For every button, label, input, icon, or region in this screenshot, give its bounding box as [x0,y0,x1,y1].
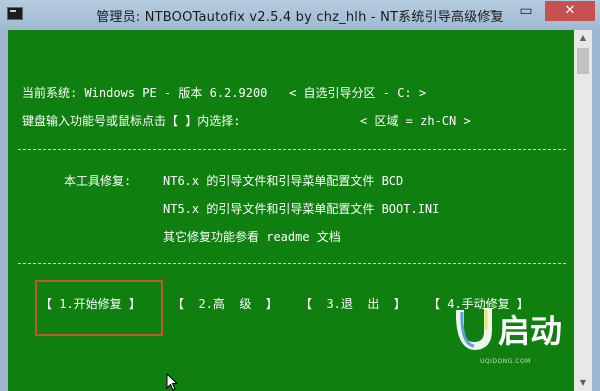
scroll-down-arrow-icon[interactable]: ▼ [574,375,592,391]
locale-line: < 区域 = zh-CN > [360,114,471,128]
repair-nt6-line: NT6.x 的引导文件和引导菜单配置文件 BCD [163,174,404,188]
title-bar[interactable]: 管理员: NTBOOTautofix v2.5.4 by chz_hlh - N… [0,0,600,30]
repair-other-line: 其它修复功能参看 readme 文档 [163,230,341,244]
exit-button[interactable]: 【 3.退 出 】 [300,295,406,312]
watermark-url: UQIDONG.COM [480,358,531,365]
repair-nt5-line: NT5.x 的引导文件和引导菜单配置文件 BOOT.INI [163,202,440,216]
mouse-pointer-icon [166,373,179,391]
current-system-line: 当前系统: Windows PE - 版本 6.2.9200 < 自选引导分区 … [22,86,427,100]
maximize-button[interactable]: ▭ [511,1,541,21]
separator-top [18,149,566,150]
advanced-button[interactable]: 【 2.高 级 】 [172,295,278,312]
scroll-up-arrow-icon[interactable]: ▲ [574,30,592,46]
minimize-button[interactable]: – [478,1,508,21]
repair-label: 本工具修复: [64,174,132,188]
start-repair-button[interactable]: 【 1.开始修复 】 [40,295,141,312]
window-title: 管理员: NTBOOTautofix v2.5.4 by chz_hlh - N… [96,10,504,25]
separator-bottom [18,263,566,264]
uqidong-logo-icon: 启动 [455,308,562,350]
watermark-text: 启动 [498,312,562,350]
scroll-thumb[interactable] [577,48,589,74]
input-prompt-line: 键盘输入功能号或鼠标点击【 】内选择: [22,114,241,128]
close-button[interactable]: ✕ [545,1,595,21]
console-window: 管理员: NTBOOTautofix v2.5.4 by chz_hlh - N… [0,0,600,391]
